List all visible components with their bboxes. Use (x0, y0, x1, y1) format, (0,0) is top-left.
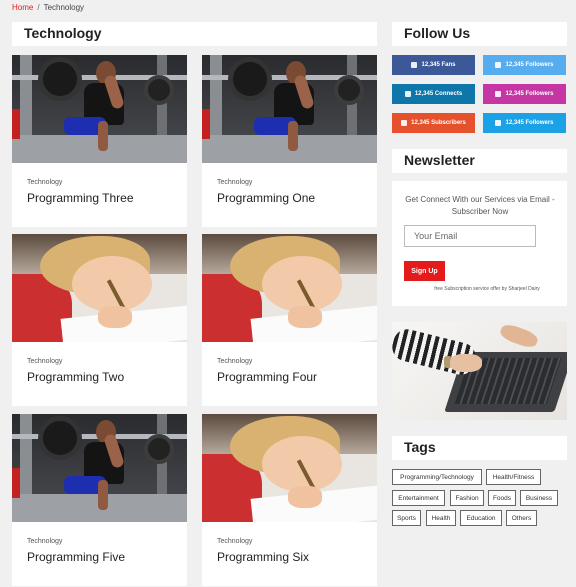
facebook-icon (411, 62, 418, 68)
social-count-label: 12,345 Fans (421, 62, 456, 68)
tags-heading: Tags (392, 436, 567, 460)
post-card[interactable]: Technology Programming Five (12, 414, 187, 586)
sign-up-button[interactable]: Sign Up (404, 261, 445, 281)
twitter-icon (495, 120, 502, 126)
email-input[interactable] (404, 225, 536, 247)
post-category[interactable]: Technology (217, 179, 362, 186)
social-count-label: 12,345 Followers (505, 91, 554, 97)
post-thumbnail[interactable] (202, 55, 377, 163)
tag-health[interactable]: Health (426, 510, 456, 526)
tag-others[interactable]: Others (506, 510, 537, 526)
tag-sports[interactable]: Sports (392, 510, 421, 526)
post-thumbnail[interactable] (202, 414, 377, 522)
newsletter-widget: Get Connect With our Services via Email … (392, 181, 567, 306)
linkedin-connects-button[interactable]: 12,345 Connects (392, 84, 475, 104)
post-title[interactable]: Programming Four (217, 370, 362, 384)
post-category[interactable]: Technology (27, 179, 172, 186)
instagram-icon (495, 91, 502, 97)
tag-fashion[interactable]: Fashion (450, 490, 484, 506)
post-category[interactable]: Technology (27, 358, 172, 365)
tag-entertainment[interactable]: Entertainment (392, 490, 445, 506)
twitter-icon (495, 62, 502, 68)
tag-programming-technology[interactable]: Programming/Technology (392, 469, 482, 485)
post-card[interactable]: Technology Programming Two (12, 234, 187, 406)
post-thumbnail[interactable] (12, 414, 187, 522)
newsletter-note: free Subscription service offer by Sharj… (434, 286, 540, 292)
breadcrumb: Home / Technology (12, 3, 84, 12)
instagram-followers-button[interactable]: 12,345 Followers (483, 84, 566, 104)
breadcrumb-home-link[interactable]: Home (12, 3, 33, 12)
post-category[interactable]: Technology (217, 358, 362, 365)
post-title[interactable]: Programming Two (27, 370, 172, 384)
tag-health-fitness[interactable]: Health/Fitness (486, 469, 541, 485)
social-count-label: 12,345 Connects (414, 91, 463, 97)
twitter-followers-button[interactable]: 12,345 Followers (483, 113, 566, 133)
breadcrumb-separator: / (37, 3, 40, 12)
youtube-icon (401, 120, 408, 126)
twitter-followers-button[interactable]: 12,345 Followers (483, 55, 566, 75)
follow-us-heading: Follow Us (392, 22, 567, 46)
social-count-label: 12,345 Followers (505, 120, 554, 126)
tag-foods[interactable]: Foods (488, 490, 516, 506)
laptop-typing-image[interactable] (392, 322, 567, 420)
post-card[interactable]: Technology Programming Three (12, 55, 187, 227)
post-card[interactable]: Technology Programming Six (202, 414, 377, 586)
post-thumbnail[interactable] (202, 234, 377, 342)
social-count-label: 12,345 Subscribers (411, 120, 466, 126)
facebook-fans-button[interactable]: 12,345 Fans (392, 55, 475, 75)
post-thumbnail[interactable] (12, 55, 187, 163)
post-title[interactable]: Programming Three (27, 191, 172, 205)
breadcrumb-current: Technology (43, 3, 85, 12)
newsletter-heading: Newsletter (392, 149, 567, 173)
tag-education[interactable]: Education (460, 510, 502, 526)
post-title[interactable]: Programming One (217, 191, 362, 205)
post-title[interactable]: Programming Six (217, 550, 362, 564)
newsletter-description: Get Connect With our Services via Email … (405, 195, 555, 216)
post-category[interactable]: Technology (27, 538, 172, 545)
social-count-label: 12,345 Followers (505, 62, 554, 68)
tag-business[interactable]: Business (520, 490, 558, 506)
post-thumbnail[interactable] (12, 234, 187, 342)
post-category[interactable]: Technology (217, 538, 362, 545)
post-title[interactable]: Programming Five (27, 550, 172, 564)
page-title: Technology (12, 22, 377, 46)
youtube-subscribers-button[interactable]: 12,345 Subscribers (392, 113, 475, 133)
post-card[interactable]: Technology Programming One (202, 55, 377, 227)
linkedin-icon (404, 91, 411, 97)
post-card[interactable]: Technology Programming Four (202, 234, 377, 406)
